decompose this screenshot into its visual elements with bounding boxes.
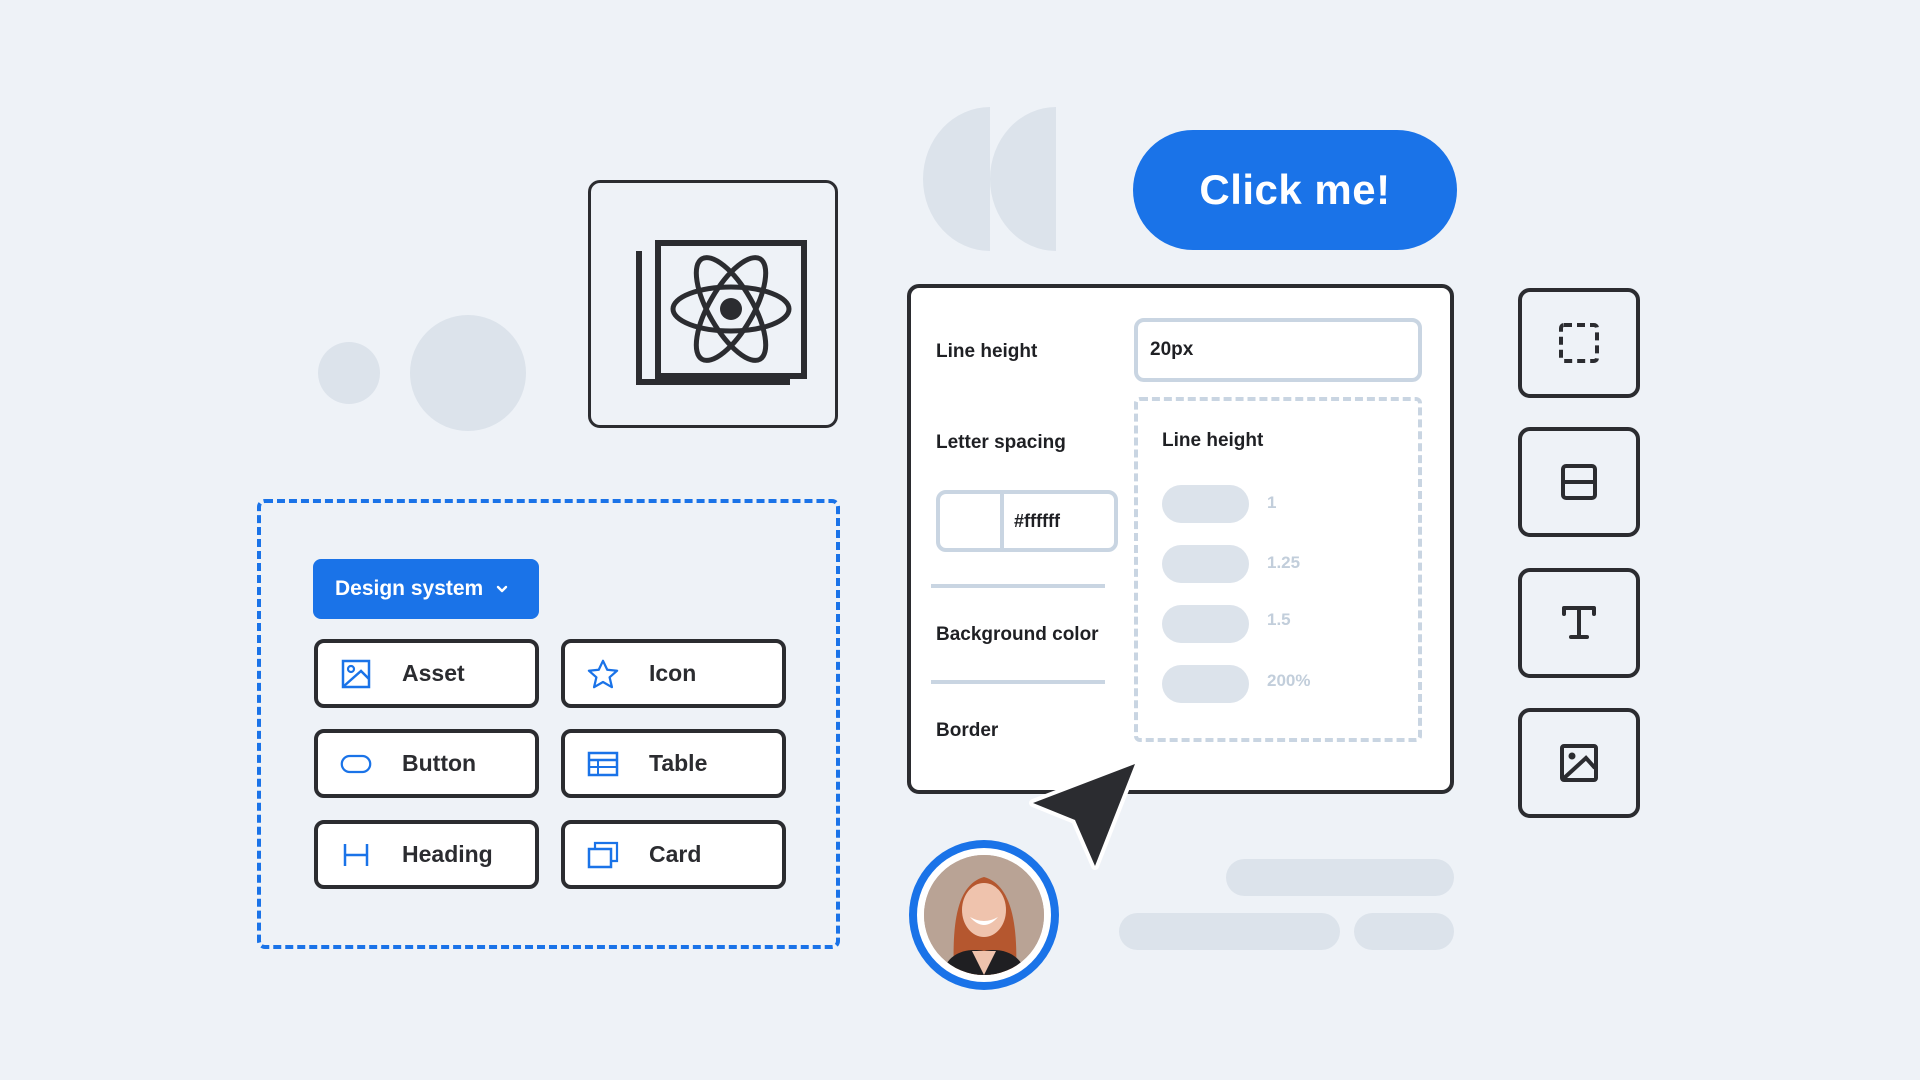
component-label: Card <box>649 841 702 867</box>
tool-image[interactable] <box>1518 708 1640 818</box>
skeleton-line <box>1226 859 1454 896</box>
react-stack-icon <box>636 240 807 385</box>
tool-select-frame[interactable] <box>1518 288 1640 398</box>
border-label: Border <box>936 720 999 741</box>
line-height-label: Line height <box>936 341 1038 362</box>
component-label: Button <box>402 750 477 776</box>
tool-text[interactable] <box>1518 568 1640 678</box>
decorative-half-circle-1 <box>923 107 990 251</box>
color-swatch[interactable] <box>940 494 1004 548</box>
decorative-half-circle-2 <box>990 107 1056 251</box>
text-icon <box>1562 606 1596 639</box>
avatar-photo <box>924 855 1044 975</box>
line-height-option-label: 1 <box>1267 493 1277 512</box>
line-height-option-label: 1.5 <box>1267 610 1291 629</box>
skeleton-line <box>1119 913 1340 950</box>
react-component-frame[interactable] <box>588 180 838 428</box>
line-height-menu-title: Line height <box>1162 430 1264 451</box>
button-shape-icon <box>340 748 372 780</box>
split-layout-icon <box>1561 464 1597 500</box>
cursor-pointer-icon <box>1029 760 1139 870</box>
dashed-square-icon <box>1559 323 1599 363</box>
divider <box>931 680 1105 684</box>
star-icon <box>587 658 619 690</box>
line-height-option-label: 1.25 <box>1267 553 1301 572</box>
component-button-button[interactable]: Button <box>314 729 539 798</box>
color-field[interactable]: #ffffff <box>936 490 1118 552</box>
line-height-input[interactable] <box>1134 318 1422 382</box>
background-color-label: Background color <box>936 624 1099 645</box>
letter-spacing-label: Letter spacing <box>936 432 1066 453</box>
line-height-option-200[interactable] <box>1162 665 1249 703</box>
component-label: Heading <box>402 841 493 867</box>
component-label: Asset <box>402 660 465 686</box>
component-icon-button[interactable]: Icon <box>561 639 786 708</box>
design-system-dropdown[interactable]: Design system <box>313 559 539 619</box>
person-portrait-icon <box>924 855 1044 975</box>
dropdown-label: Design system <box>335 577 484 600</box>
divider <box>931 584 1105 588</box>
component-table-button[interactable]: Table <box>561 729 786 798</box>
heading-icon <box>340 839 372 871</box>
color-hex-value[interactable]: #ffffff <box>1004 494 1114 548</box>
component-label: Table <box>649 750 708 776</box>
line-height-option-label: 200% <box>1267 671 1311 690</box>
component-label: Icon <box>649 660 697 686</box>
decorative-circle-small <box>318 342 380 404</box>
table-icon <box>587 748 619 780</box>
tool-layout[interactable] <box>1518 427 1640 537</box>
line-height-option-1[interactable] <box>1162 485 1249 523</box>
component-card-button[interactable]: Card <box>561 820 786 889</box>
card-stack-icon <box>587 839 619 871</box>
component-heading-button[interactable]: Heading <box>314 820 539 889</box>
image-icon <box>340 658 372 690</box>
image-icon <box>1560 744 1598 782</box>
chevron-down-icon <box>497 585 508 593</box>
decorative-circle-large <box>410 315 526 431</box>
component-asset-button[interactable]: Asset <box>314 639 539 708</box>
click-me-button[interactable]: Click me! <box>1133 130 1457 250</box>
line-height-option-1-5[interactable] <box>1162 605 1249 643</box>
skeleton-line <box>1354 913 1454 950</box>
user-avatar[interactable] <box>909 840 1059 990</box>
line-height-option-1-25[interactable] <box>1162 545 1249 583</box>
